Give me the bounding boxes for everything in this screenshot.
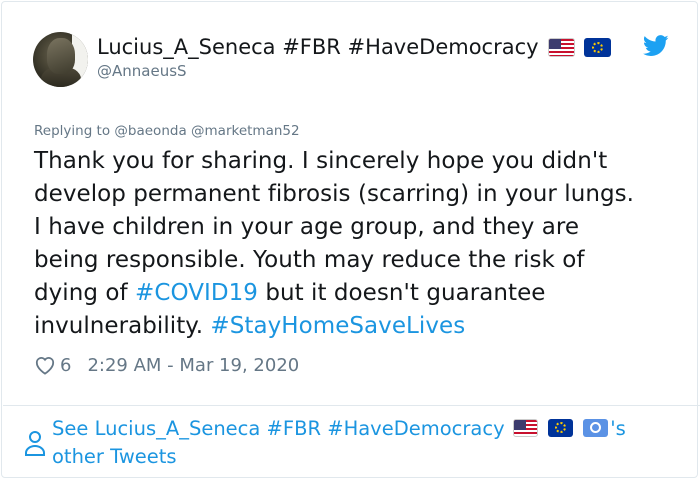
- see-other-tweets-label[interactable]: See Lucius_A_Seneca #FBR #HaveDemocracy: [52, 417, 505, 440]
- timestamp[interactable]: 2:29 AM - Mar 19, 2020: [87, 355, 299, 376]
- replying-to: Replying to @baeonda @marketman52: [34, 123, 300, 139]
- tweet-line: dying of #COVID19 but it doesn't guarant…: [34, 277, 674, 310]
- tweet-line: Thank you for sharing. I sincerely hope …: [34, 148, 608, 174]
- tweet-line-text: but it doesn't guarantee: [257, 280, 546, 306]
- person-icon: [25, 431, 45, 456]
- see-other-tweets-link[interactable]: See Lucius_A_Seneca #FBR #HaveDemocracy …: [52, 415, 672, 471]
- display-name-text[interactable]: Lucius_A_Seneca #FBR #HaveDemocracy: [97, 35, 539, 59]
- tweet-line-text: dying of: [34, 280, 136, 306]
- us-flag-icon: [547, 37, 575, 57]
- hashtag-link[interactable]: #StayHomeSaveLives: [210, 313, 465, 339]
- possessive-suffix[interactable]: 's: [610, 417, 626, 440]
- tweet-meta: 6 2:29 AM - Mar 19, 2020: [34, 352, 299, 378]
- mention-link[interactable]: @baeonda: [114, 123, 186, 139]
- us-flag-icon: [512, 418, 538, 437]
- tweet-line: invulnerability. #StayHomeSaveLives: [34, 310, 674, 343]
- un-flag-icon: [583, 418, 609, 437]
- author-username[interactable]: @AnnaeusS: [97, 62, 187, 80]
- tweet-line: I have children in your age group, and t…: [34, 214, 580, 240]
- tweet-line: being responsible. Youth may reduce the …: [34, 247, 585, 273]
- twitter-bird-icon[interactable]: [643, 35, 669, 57]
- author-display-name[interactable]: Lucius_A_Seneca #FBR #HaveDemocracy: [97, 35, 611, 59]
- other-tweets-label[interactable]: other Tweets: [52, 445, 177, 468]
- see-other-tweets[interactable]: See Lucius_A_Seneca #FBR #HaveDemocracy …: [24, 415, 674, 471]
- mention-link[interactable]: @marketman52: [191, 123, 300, 139]
- tweet-card: Lucius_A_Seneca #FBR #HaveDemocracy @Ann…: [1, 1, 700, 478]
- eu-flag-icon: [583, 37, 611, 57]
- like-count[interactable]: 6: [60, 355, 71, 376]
- avatar[interactable]: [33, 32, 88, 87]
- replying-prefix: Replying to: [34, 123, 111, 139]
- tweet-text: Thank you for sharing. I sincerely hope …: [34, 145, 674, 343]
- divider: [3, 405, 700, 406]
- tweet-header: Lucius_A_Seneca #FBR #HaveDemocracy @Ann…: [33, 32, 673, 90]
- tweet-line: develop permanent fibrosis (scarring) in…: [34, 181, 634, 207]
- eu-flag-icon: [548, 418, 574, 437]
- tweet-line-text: invulnerability.: [34, 313, 211, 339]
- heart-icon[interactable]: [34, 355, 56, 375]
- hashtag-link[interactable]: #COVID19: [135, 280, 258, 306]
